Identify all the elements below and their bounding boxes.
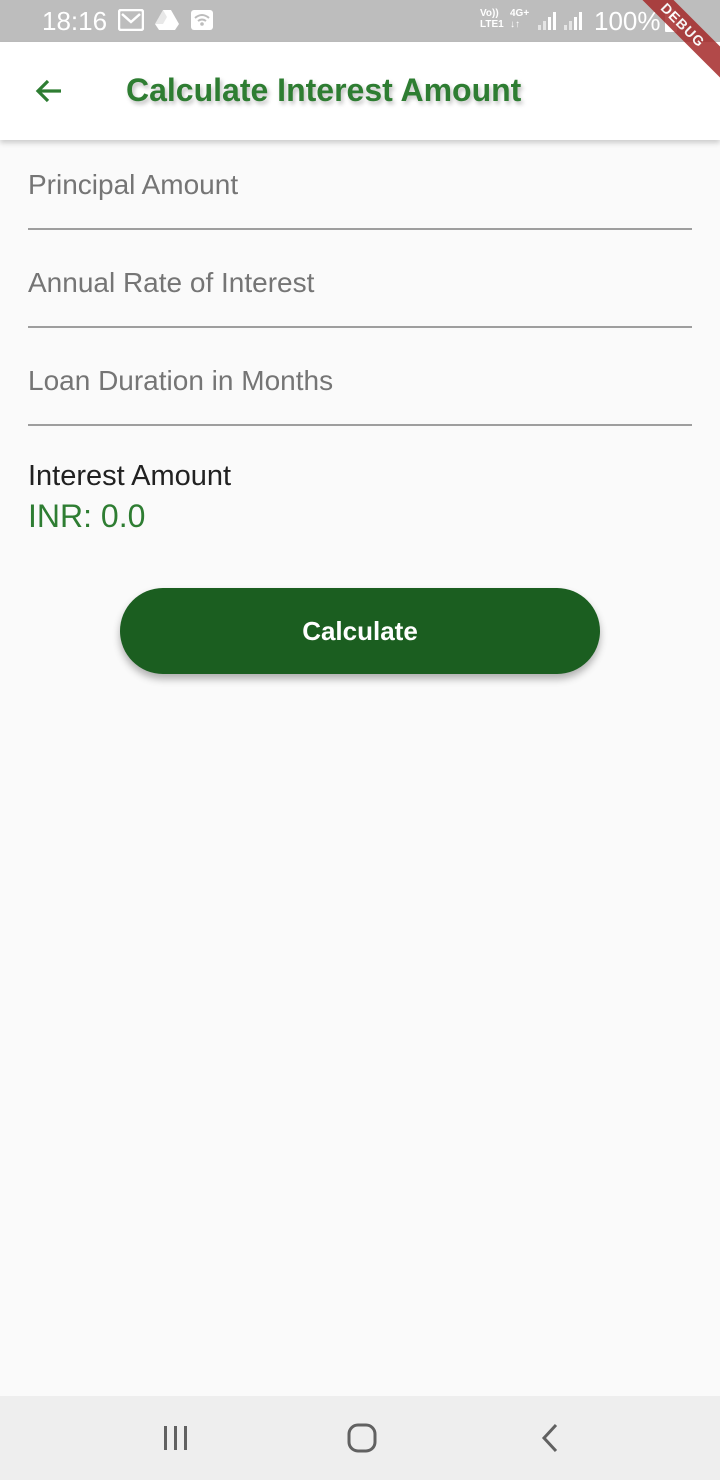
recent-apps-button[interactable] <box>146 1410 206 1466</box>
loan-duration-input[interactable] <box>28 338 692 426</box>
signal-icon-sim2 <box>564 10 582 30</box>
data-arrows-icon: ↓↑ <box>510 19 520 30</box>
rate-field <box>28 240 692 330</box>
battery-percent: 100% <box>594 6 661 36</box>
network-indicator: Vo)) LTE1 <box>480 8 510 30</box>
signal-icon <box>538 10 556 30</box>
duration-field <box>28 338 692 428</box>
status-bar: 18:16 Vo)) LTE1 4G+ ↓↑ 100% <box>0 0 720 42</box>
page-title: Calculate Interest Amount <box>126 72 522 108</box>
network-lte-text: LTE1 <box>480 19 504 30</box>
interest-amount-label: Interest Amount <box>28 460 232 492</box>
calculate-button[interactable]: Calculate <box>120 588 600 674</box>
status-notification-icons <box>118 9 214 31</box>
interest-amount-value: INR: 0.0 <box>28 498 146 534</box>
wifi-calling-icon <box>191 10 213 30</box>
status-time: 18:16 <box>42 6 108 36</box>
principal-amount-input[interactable] <box>28 142 692 230</box>
app-bar: Calculate Interest Amount <box>0 42 720 140</box>
back-icon <box>541 1423 558 1453</box>
nav-back-button[interactable] <box>520 1410 580 1466</box>
recent-apps-icon <box>164 1426 187 1450</box>
data-type-text: 4G+ <box>510 8 530 19</box>
home-icon <box>347 1423 377 1453</box>
arrow-back-icon <box>35 79 61 103</box>
network-volte-text: Vo)) <box>480 8 499 19</box>
drive-icon <box>155 10 179 30</box>
back-button[interactable] <box>14 56 84 126</box>
data-type-indicator: 4G+ ↓↑ <box>510 8 534 30</box>
interest-rate-input[interactable] <box>28 240 692 328</box>
system-nav-bar <box>0 1396 720 1480</box>
home-button[interactable] <box>332 1410 392 1466</box>
principal-field <box>28 142 692 232</box>
gmail-icon <box>118 9 144 31</box>
